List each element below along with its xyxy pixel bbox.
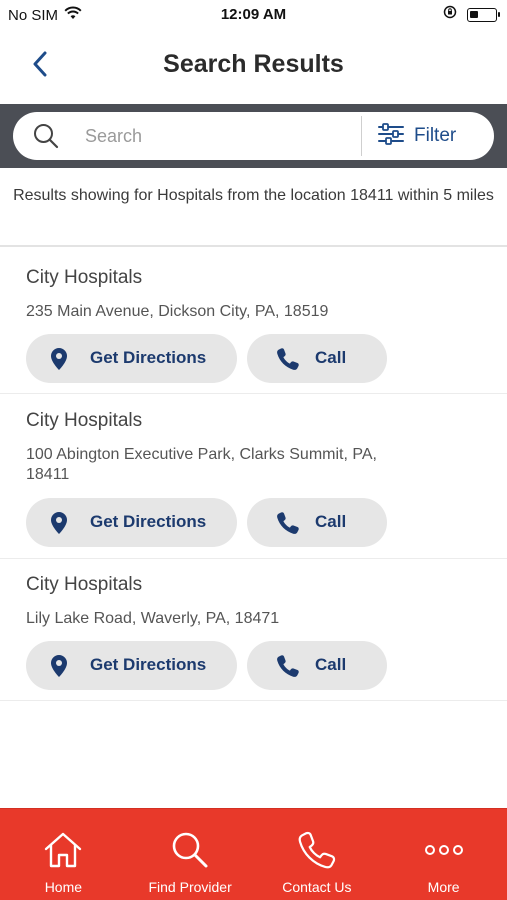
call-label: Call xyxy=(315,655,347,674)
phone-icon xyxy=(254,829,381,871)
battery-icon xyxy=(467,7,500,22)
map-pin-icon xyxy=(48,346,70,372)
filter-sliders-icon xyxy=(377,122,405,150)
get-directions-label: Get Directions xyxy=(90,348,207,367)
tab-more-label: More xyxy=(427,879,460,895)
get-directions-button[interactable]: Get Directions xyxy=(26,641,237,690)
list-item: City Hospitals 235 Main Avenue, Dickson … xyxy=(0,249,507,394)
get-directions-button[interactable]: Get Directions xyxy=(26,334,237,383)
call-button[interactable]: Call xyxy=(247,334,387,383)
orientation-lock-icon xyxy=(443,5,457,24)
battery-level xyxy=(470,10,478,18)
status-time: 12:09 AM xyxy=(220,6,287,23)
provider-address: Lily Lake Road, Waverly, PA, 18471 xyxy=(26,610,280,627)
phone-icon xyxy=(275,346,301,372)
search-divider xyxy=(361,116,362,156)
nav-bar: Search Results xyxy=(0,30,507,104)
call-button[interactable]: Call xyxy=(247,498,387,547)
search-input[interactable] xyxy=(85,125,335,147)
search-icon xyxy=(127,829,254,871)
list-item: City Hospitals 100 Abington Executive Pa… xyxy=(0,394,507,559)
call-label: Call xyxy=(315,512,347,531)
call-button[interactable]: Call xyxy=(247,641,387,690)
provider-name: City Hospitals xyxy=(26,267,143,288)
search-bar-container: Filter xyxy=(0,104,507,168)
tab-home[interactable]: Home xyxy=(0,809,127,900)
tab-more[interactable]: More xyxy=(380,809,507,900)
list-item: City Hospitals Lily Lake Road, Waverly, … xyxy=(0,559,507,701)
search-icon xyxy=(31,121,61,151)
phone-icon xyxy=(275,653,301,679)
page-title: Search Results xyxy=(163,50,344,78)
tab-contact-us-label: Contact Us xyxy=(282,879,352,895)
map-pin-icon xyxy=(48,653,70,679)
map-pin-icon xyxy=(48,510,70,536)
phone-icon xyxy=(275,510,301,536)
more-icon xyxy=(380,829,507,871)
provider-name: City Hospitals xyxy=(26,574,143,595)
call-label: Call xyxy=(315,348,347,367)
get-directions-button[interactable]: Get Directions xyxy=(26,498,237,547)
filter-button[interactable]: Filter xyxy=(377,112,456,160)
status-bar: No SIM 12:09 AM xyxy=(0,0,507,30)
filter-label: Filter xyxy=(414,125,457,146)
provider-address: 100 Abington Executive Park, Clarks Summ… xyxy=(26,446,377,483)
provider-name: City Hospitals xyxy=(26,410,143,431)
tab-home-label: Home xyxy=(44,879,83,895)
tab-find-provider[interactable]: Find Provider xyxy=(127,809,254,900)
home-icon xyxy=(0,829,127,871)
bottom-tab-bar: Home Find Provider Contact Us More xyxy=(0,808,507,900)
get-directions-label: Get Directions xyxy=(90,512,207,531)
provider-address: 235 Main Avenue, Dickson City, PA, 18519 xyxy=(26,303,329,320)
search-box: Filter xyxy=(13,112,494,160)
tab-find-provider-label: Find Provider xyxy=(148,879,232,895)
get-directions-label: Get Directions xyxy=(90,655,207,674)
tab-contact-us[interactable]: Contact Us xyxy=(254,809,381,900)
results-summary: Results showing for Hospitals from the l… xyxy=(0,168,507,247)
